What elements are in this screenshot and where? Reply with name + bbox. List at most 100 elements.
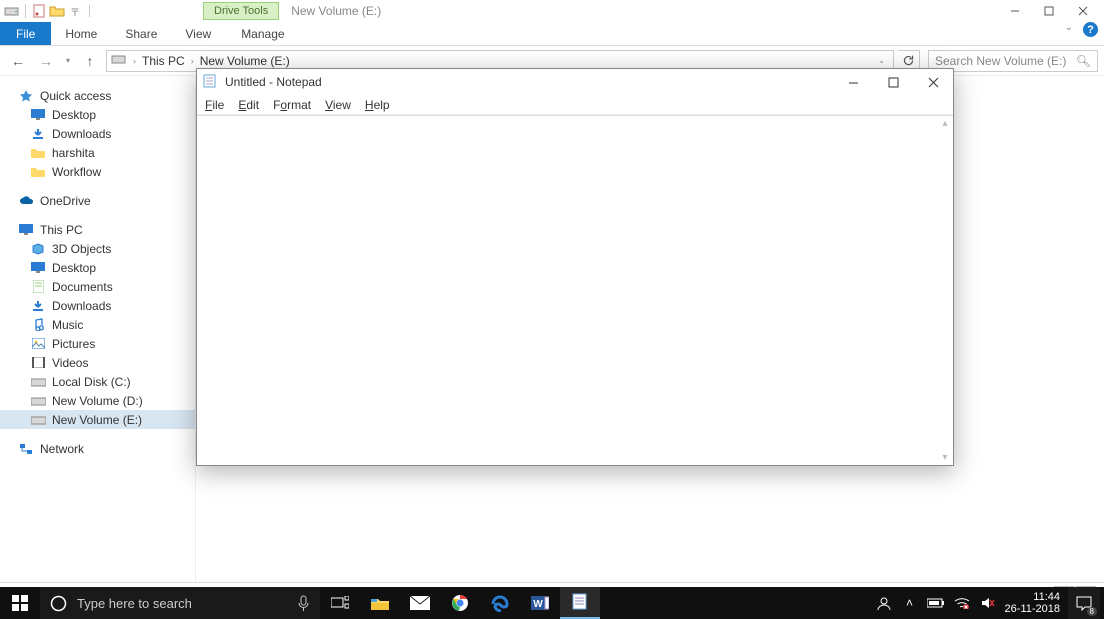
task-view-button[interactable] — [320, 587, 360, 619]
notepad-titlebar[interactable]: Untitled - Notepad — [197, 69, 953, 95]
wifi-icon[interactable] — [953, 597, 971, 609]
taskbar-edge[interactable] — [480, 587, 520, 619]
window-title: New Volume (E:) — [291, 4, 381, 18]
notepad-text-area[interactable]: ▴ ▾ — [197, 115, 953, 465]
menu-view[interactable]: View — [325, 98, 351, 112]
menu-format[interactable]: Format — [273, 98, 311, 112]
cortana-icon — [50, 595, 67, 612]
close-button[interactable] — [1068, 1, 1098, 21]
volume-icon[interactable] — [979, 597, 997, 609]
menu-file[interactable]: File — [205, 98, 224, 112]
clock[interactable]: 11:44 26-11-2018 — [1005, 591, 1060, 615]
nav-quick-access[interactable]: Quick access — [0, 86, 195, 105]
nav-this-pc[interactable]: This PC — [0, 220, 195, 239]
chevron-right-icon[interactable]: › — [191, 56, 194, 66]
scroll-up-icon[interactable]: ▴ — [942, 118, 947, 129]
search-icon[interactable]: 🔍︎ — [1076, 54, 1091, 68]
qat-customize-icon[interactable]: 〒 — [67, 3, 83, 19]
tab-home[interactable]: Home — [51, 22, 111, 45]
download-icon — [30, 298, 46, 314]
nav-desktop-pc[interactable]: Desktop — [0, 258, 195, 277]
nav-downloads[interactable]: Downloads — [0, 124, 195, 143]
notepad-title: Untitled - Notepad — [225, 75, 322, 89]
taskbar-mail[interactable] — [400, 587, 440, 619]
nav-documents[interactable]: Documents — [0, 277, 195, 296]
battery-icon[interactable] — [927, 598, 945, 608]
notepad-window[interactable]: Untitled - Notepad File Edit Format View… — [196, 68, 954, 466]
download-icon — [30, 126, 46, 142]
network-icon — [18, 441, 34, 457]
properties-icon[interactable] — [31, 3, 47, 19]
tray-chevron-up-icon[interactable]: ˄ — [901, 596, 919, 610]
breadcrumb-dropdown-icon[interactable]: ⌄ — [878, 56, 885, 65]
nav-desktop[interactable]: Desktop — [0, 105, 195, 124]
notepad-maximize-button[interactable] — [873, 69, 913, 95]
notification-badge: 8 — [1087, 607, 1097, 616]
drive-icon — [4, 3, 20, 19]
action-center-button[interactable]: 8 — [1068, 587, 1100, 619]
drive-icon — [30, 374, 46, 390]
svg-text:W: W — [533, 599, 543, 610]
notepad-icon — [203, 74, 219, 90]
taskbar-word[interactable]: W — [520, 587, 560, 619]
ribbon-expand-icon[interactable]: ⌄ — [1065, 22, 1073, 45]
people-icon[interactable] — [875, 596, 893, 610]
document-icon — [30, 279, 46, 295]
maximize-button[interactable] — [1034, 1, 1064, 21]
scroll-down-icon[interactable]: ▾ — [942, 452, 947, 463]
taskbar-search[interactable]: Type here to search — [40, 587, 320, 619]
pc-icon — [18, 222, 34, 238]
tab-share[interactable]: Share — [111, 22, 171, 45]
nav-workflow[interactable]: Workflow — [0, 162, 195, 181]
tab-manage[interactable]: Manage — [227, 22, 298, 45]
tab-view[interactable]: View — [171, 22, 225, 45]
nav-local-disk-c[interactable]: Local Disk (C:) — [0, 372, 195, 391]
history-dropdown-icon[interactable]: ▾ — [66, 56, 70, 65]
notepad-close-button[interactable] — [913, 69, 953, 95]
scrollbar[interactable]: ▴ ▾ — [937, 116, 953, 465]
cube-icon — [30, 241, 46, 257]
drive-icon — [30, 412, 46, 428]
menu-help[interactable]: Help — [365, 98, 390, 112]
mic-icon[interactable] — [297, 595, 310, 612]
nav-3d-objects[interactable]: 3D Objects — [0, 239, 195, 258]
desktop-icon — [30, 107, 46, 123]
chevron-right-icon[interactable]: › — [133, 56, 136, 66]
minimize-button[interactable] — [1000, 1, 1030, 21]
notepad-minimize-button[interactable] — [833, 69, 873, 95]
nav-harshita[interactable]: harshita — [0, 143, 195, 162]
back-button[interactable]: ← — [6, 53, 30, 69]
drive-icon — [111, 53, 127, 69]
nav-videos[interactable]: Videos — [0, 353, 195, 372]
nav-music[interactable]: Music — [0, 315, 195, 334]
up-button[interactable]: ↑ — [78, 53, 102, 69]
notepad-menubar: File Edit Format View Help — [197, 95, 953, 115]
nav-onedrive[interactable]: OneDrive — [0, 191, 195, 210]
help-icon[interactable]: ? — [1083, 22, 1098, 37]
taskbar-chrome[interactable] — [440, 587, 480, 619]
drive-tools-tab[interactable]: Drive Tools — [203, 2, 279, 20]
tab-file[interactable]: File — [0, 22, 51, 45]
nav-pictures[interactable]: Pictures — [0, 334, 195, 353]
nav-volume-e[interactable]: New Volume (E:) — [0, 410, 195, 429]
music-icon — [30, 317, 46, 333]
start-button[interactable] — [0, 595, 40, 611]
nav-volume-d[interactable]: New Volume (D:) — [0, 391, 195, 410]
system-tray: ˄ 11:44 26-11-2018 8 — [875, 587, 1104, 619]
nav-downloads-pc[interactable]: Downloads — [0, 296, 195, 315]
navigation-pane: Quick access Desktop Downloads harshita … — [0, 76, 196, 582]
forward-button[interactable]: → — [34, 53, 58, 69]
nav-network[interactable]: Network — [0, 439, 195, 458]
taskbar-explorer[interactable] — [360, 587, 400, 619]
desktop-icon — [30, 260, 46, 276]
cloud-icon — [18, 193, 34, 209]
search-placeholder: Search New Volume (E:) — [935, 54, 1066, 68]
breadcrumb-volume[interactable]: New Volume (E:) — [200, 54, 290, 68]
folder-icon — [30, 145, 46, 161]
taskbar-search-placeholder: Type here to search — [77, 596, 192, 611]
menu-edit[interactable]: Edit — [238, 98, 259, 112]
new-folder-icon[interactable] — [49, 3, 65, 19]
titlebar: 〒 Drive Tools New Volume (E:) — [0, 0, 1104, 22]
breadcrumb-this-pc[interactable]: This PC — [142, 54, 185, 68]
taskbar-notepad[interactable] — [560, 587, 600, 619]
